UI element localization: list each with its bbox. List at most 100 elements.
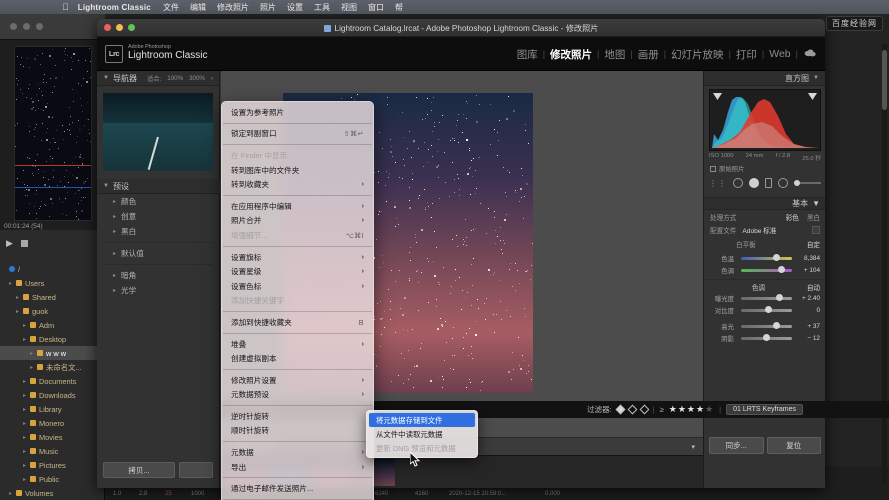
zoom-fit[interactable]: 适合: <box>147 74 161 83</box>
disclosure-icon[interactable]: ▸ <box>30 364 37 371</box>
disclosure-icon[interactable]: ▸ <box>23 406 30 413</box>
close-icon[interactable] <box>104 24 111 31</box>
minimize-icon[interactable] <box>23 23 30 30</box>
wb-1-track[interactable] <box>741 257 792 260</box>
context-menu-item[interactable]: 照片合并 › <box>222 214 373 229</box>
brush-size-slider[interactable] <box>794 182 821 184</box>
disclosure-icon[interactable]: ▸ <box>16 294 23 301</box>
metadata-submenu[interactable]: 将元数据存储到文件 从文件中读取元数据 更新 DNG 预览和元数据 <box>366 410 478 458</box>
context-menu-item[interactable]: 元数据预设 › <box>222 388 373 403</box>
develop-tool-strip[interactable]: ⋮⋮ <box>709 175 821 191</box>
tone-2-track[interactable] <box>741 309 792 312</box>
context-menu-item[interactable]: 设置为参考照片 <box>222 105 373 120</box>
menubar-item-window[interactable]: 窗口 <box>368 2 384 13</box>
wb-2-track[interactable] <box>741 269 792 272</box>
disclosure-icon[interactable]: ▸ <box>23 336 30 343</box>
context-menu-item[interactable]: 设置旗标 › <box>222 250 373 265</box>
context-menu-item[interactable]: 修改照片设置 › <box>222 373 373 388</box>
chevron-right-icon[interactable]: ▸ <box>113 213 116 220</box>
disclosure-icon[interactable]: ▸ <box>23 476 30 483</box>
disclosure-icon[interactable]: ▸ <box>23 378 30 385</box>
module-2[interactable]: 修改照片 <box>545 47 597 62</box>
tree-item[interactable]: ▸ Movies <box>0 430 105 444</box>
preset-group-3[interactable]: ▸ 黑白 <box>97 224 220 239</box>
wb-2-slider-row[interactable]: 色调 + 104 <box>704 264 825 276</box>
module-7[interactable]: Web <box>764 48 795 60</box>
menubar-item-view[interactable]: 视图 <box>341 2 357 13</box>
context-menu-item[interactable]: 创建虚拟副本 <box>222 351 373 366</box>
paste-button[interactable] <box>179 462 213 478</box>
tree-item[interactable]: ▸ Public <box>0 472 105 486</box>
chevron-down-icon[interactable]: ▼ <box>812 199 820 208</box>
chevron-right-icon[interactable]: ▸ <box>113 272 116 279</box>
toolbar-options-icon[interactable]: ▾ <box>691 443 695 451</box>
playback-controls[interactable]: ▶ <box>6 235 101 251</box>
crop-grid-icon[interactable]: ⋮⋮ <box>709 179 727 188</box>
context-menu-item[interactable]: 在应用程序中编辑 › <box>222 199 373 214</box>
context-menu-item[interactable]: 导出 › <box>222 460 373 475</box>
cloud-icon[interactable] <box>798 48 817 60</box>
original-photo-toggle[interactable]: 原始照片 <box>710 164 745 173</box>
chevron-down-icon[interactable]: ▼ <box>813 75 819 81</box>
flag-rejected-icon[interactable] <box>639 405 649 415</box>
wb-2-value[interactable]: + 104 <box>796 267 820 274</box>
tone-1-track[interactable] <box>741 297 792 300</box>
wb-1-knob[interactable] <box>773 254 780 261</box>
tree-item[interactable]: ▸ Monero <box>0 416 105 430</box>
chevron-right-icon[interactable]: ▸ <box>113 198 116 205</box>
tree-item[interactable]: ▸ Volumes <box>0 486 105 500</box>
disclosure-icon[interactable]: ▸ <box>23 434 30 441</box>
disclosure-icon[interactable]: ▸ <box>23 448 30 455</box>
module-1[interactable]: 图库 <box>512 47 543 62</box>
chevron-right-icon[interactable]: ▸ <box>113 250 116 257</box>
tone-2-knob[interactable] <box>765 306 772 313</box>
module-picker[interactable]: 图库 | 修改照片 | 地图 | 画册 | 幻灯片放映 | 打印 | Web | <box>512 37 817 71</box>
disclosure-icon[interactable]: ▸ <box>30 350 37 357</box>
context-menu-item[interactable]: 转到收藏夹 › <box>222 177 373 192</box>
disclosure-icon[interactable]: ▸ <box>23 322 30 329</box>
context-menu-item[interactable]: 转到图库中的文件夹 <box>222 163 373 178</box>
tree-item[interactable]: ▸ Documents <box>0 374 105 388</box>
preset-group-5[interactable]: ▸ 暗角 <box>97 268 220 283</box>
tone-3-value[interactable]: + 37 <box>796 323 820 330</box>
radial-filter-icon[interactable] <box>778 178 788 188</box>
disclosure-icon[interactable]: ▸ <box>23 462 30 469</box>
navigator-header[interactable]: ▼ 导航器 适合: 100% 300% › <box>97 71 219 86</box>
chevron-right-icon[interactable]: › <box>211 75 213 82</box>
redeye-icon[interactable] <box>749 178 759 188</box>
tree-item[interactable]: ▸ Desktop <box>0 332 105 346</box>
tone-2-value[interactable]: 0 <box>796 307 820 314</box>
white-balance-row[interactable]: 白平衡 自定 <box>704 236 825 252</box>
histogram[interactable] <box>709 89 821 151</box>
tone-row[interactable]: 色调 自动 <box>704 279 825 292</box>
tone-4-track[interactable] <box>741 337 792 340</box>
context-menu-item[interactable]: 堆叠 › <box>222 337 373 352</box>
preset-group-4[interactable]: ▸ 默认值 <box>97 246 220 261</box>
preset-group-2[interactable]: ▸ 创意 <box>97 209 220 224</box>
treatment-row[interactable]: 处理方式 彩色 黑白 <box>704 210 825 223</box>
photo-context-menu[interactable]: 设置为参考照片 锁定到副窗口 ⇧⌘↵ 在 Finder 中显示 转到图库中的文件夹 转到收… <box>221 101 374 500</box>
tone-3-track[interactable] <box>741 325 792 328</box>
context-menu-item[interactable]: 添加到快捷收藏夹 B <box>222 315 373 330</box>
zoom-100[interactable]: 100% <box>167 75 183 82</box>
menubar-item-photo[interactable]: 照片 <box>260 2 276 13</box>
preset-group-6[interactable]: ▸ 光学 <box>97 283 220 298</box>
maximize-icon[interactable] <box>128 24 135 31</box>
rating-operator[interactable]: ≥ <box>660 405 664 414</box>
flag-unflagged-icon[interactable] <box>627 405 637 415</box>
histogram-header[interactable]: 直方图 ▼ <box>704 71 825 86</box>
chevron-right-icon[interactable]: ▸ <box>113 287 116 294</box>
filter-preset-select[interactable]: 01 LRTS Keyframes <box>726 404 803 415</box>
graduated-filter-icon[interactable] <box>765 178 772 188</box>
preset-group-1[interactable]: ▸ 颜色 <box>97 194 220 209</box>
tree-item[interactable]: ▸ Shared <box>0 290 105 304</box>
tone-3-knob[interactable] <box>773 322 780 329</box>
treatment-color-option[interactable]: 彩色 <box>786 212 799 222</box>
tone-2-slider-row[interactable]: 对比度 0 <box>704 304 825 316</box>
night-sky-preview[interactable] <box>14 46 92 221</box>
context-menu-item[interactable]: 逆时针旋转 <box>222 409 373 424</box>
flag-picked-icon[interactable] <box>615 405 625 415</box>
profile-browser-icon[interactable] <box>812 226 820 234</box>
menubar-item-settings[interactable]: 设置 <box>287 2 303 13</box>
profile-value[interactable]: Adobe 标准 <box>742 225 812 235</box>
